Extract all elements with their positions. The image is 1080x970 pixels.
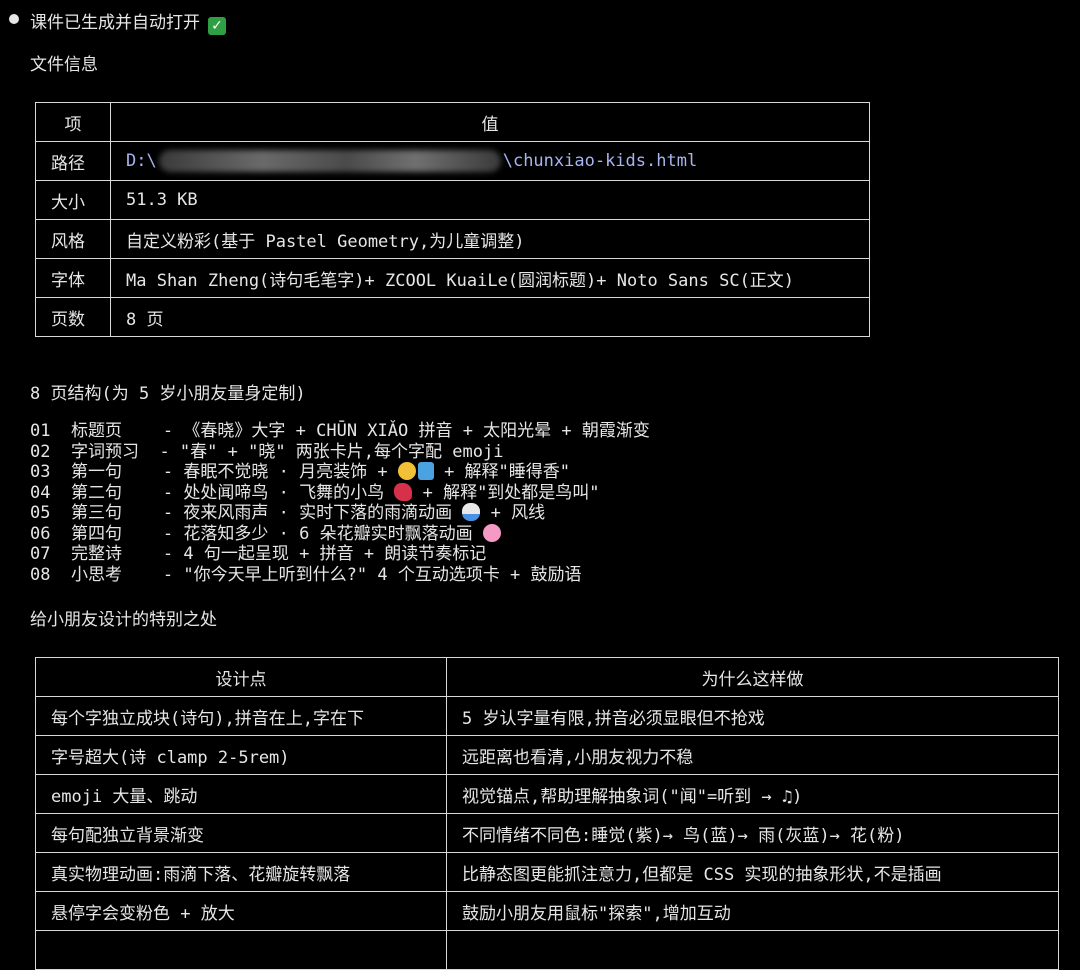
list-item: 05 第三句 - 夜来风雨声 · 实时下落的雨滴动画 + 风线: [30, 503, 546, 523]
table-cell: 真实物理动画:雨滴下落、花瓣旋转飘落: [35, 852, 447, 892]
table-key-cell: 路径: [35, 141, 111, 181]
table-row: 风格 自定义粉彩(基于 Pastel Geometry,为儿童调整): [35, 219, 870, 259]
path-suffix: \chunxiao-kids.html: [502, 151, 698, 171]
table-row: 大小 51.3 KB: [35, 180, 870, 220]
check-icon: ✓: [208, 17, 226, 35]
table-value-cell: 51.3 KB: [110, 180, 870, 220]
table-key-cell: 字体: [35, 258, 111, 298]
table-header-cell: 设计点: [35, 657, 447, 697]
table-key-cell: 大小: [35, 180, 111, 220]
table-row: 每个字独立成块(诗句),拼音在上,字在下 5 岁认字量有限,拼音必须显眼但不抢戏: [35, 696, 1059, 736]
design-table: 设计点 为什么这样做 每个字独立成块(诗句),拼音在上,字在下 5 岁认字量有限…: [35, 657, 1059, 970]
table-cell: 5 岁认字量有限,拼音必须显眼但不抢戏: [446, 696, 1059, 736]
table-header-row: 设计点 为什么这样做: [35, 657, 1059, 697]
table-header-cell: 值: [110, 102, 870, 142]
table-cell: 每句配独立背景渐变: [35, 813, 447, 853]
table-row: 每句配独立背景渐变 不同情绪不同色:睡觉(紫)→ 鸟(蓝)→ 雨(灰蓝)→ 花(…: [35, 813, 1059, 853]
list-item: 01 标题页 - 《春晓》大字 + CHŪN XIǍO 拼音 + 太阳光晕 + …: [30, 421, 650, 441]
table-cell: 鼓励小朋友用鼠标"探索",增加互动: [446, 891, 1059, 931]
table-cell: 远距离也看清,小朋友视力不稳: [446, 735, 1059, 775]
zzz-icon: [417, 462, 434, 480]
table-row-partial: [35, 930, 1059, 970]
table-row: 路径 D:\ \chunxiao-kids.html: [35, 141, 870, 181]
list-item: 06 第四句 - 花落知多少 · 6 朵花瓣实时飘落动画: [30, 523, 650, 545]
table-header-cell: 为什么这样做: [446, 657, 1059, 697]
table-cell: [446, 930, 1059, 970]
redacted-path-blur: [158, 150, 501, 172]
table-header-cell: 项: [35, 102, 111, 142]
table-value-cell: 8 页: [110, 297, 870, 337]
file-info-table: 项 值 路径 D:\ \chunxiao-kids.html 大小 51.3 KB…: [35, 102, 870, 337]
table-cell: 视觉锚点,帮助理解抽象词("闻"=听到 → ♫): [446, 774, 1059, 814]
table-header-row: 项 值: [35, 102, 870, 142]
bullet-icon: [9, 14, 19, 24]
table-key-cell: 页数: [35, 297, 111, 337]
table-row: 页数 8 页: [35, 297, 870, 337]
list-item: 02 字词预习 - "春" + "晓" 两张卡片,每个字配 emoji: [30, 441, 504, 462]
list-item: 07 完整诗 - 4 句一起呈现 + 拼音 + 朗读节奏标记: [30, 544, 487, 564]
table-cell: emoji 大量、跳动: [35, 774, 447, 814]
table-value-cell: 自定义粉彩(基于 Pastel Geometry,为儿童调整): [110, 219, 870, 259]
structure-heading: 8 页结构(为 5 岁小朋友量身定制): [30, 384, 306, 404]
file-info-heading: 文件信息: [30, 55, 98, 75]
table-cell: 悬停字会变粉色 + 放大: [35, 891, 447, 931]
rain-cloud-icon: [462, 503, 481, 521]
path-value[interactable]: D:\ \chunxiao-kids.html: [110, 141, 870, 181]
status-text: 课件已生成并自动打开: [30, 13, 200, 33]
table-row: 字体 Ma Shan Zheng(诗句毛笔字)+ ZCOOL KuaiLe(圆润…: [35, 258, 870, 298]
path-prefix: D:\: [126, 151, 157, 171]
cherry-blossom-icon: [482, 523, 501, 542]
table-row: emoji 大量、跳动 视觉锚点,帮助理解抽象词("闻"=听到 → ♫): [35, 774, 1059, 814]
list-item: 03 第一句 - 春眠不觉晓 · 月亮装饰 + + 解释"睡得香": [30, 462, 571, 482]
table-row: 悬停字会变粉色 + 放大 鼓励小朋友用鼠标"探索",增加互动: [35, 891, 1059, 931]
table-cell: 不同情绪不同色:睡觉(紫)→ 鸟(蓝)→ 雨(灰蓝)→ 花(粉): [446, 813, 1059, 853]
table-cell: 字号超大(诗 clamp 2-5rem): [35, 735, 447, 775]
list-item: 04 第二句 - 处处闻啼鸟 · 飞舞的小鸟 + 解释"到处都是鸟叫": [30, 482, 600, 503]
table-value-cell: Ma Shan Zheng(诗句毛笔字)+ ZCOOL KuaiLe(圆润标题)…: [110, 258, 870, 298]
table-row: 字号超大(诗 clamp 2-5rem) 远距离也看清,小朋友视力不稳: [35, 735, 1059, 775]
status-line: 课件已生成并自动打开 ✓: [30, 8, 226, 35]
bird-icon: [394, 482, 413, 501]
table-cell: 每个字独立成块(诗句),拼音在上,字在下: [35, 696, 447, 736]
table-cell: 比静态图更能抓注意力,但都是 CSS 实现的抽象形状,不是插画: [446, 852, 1059, 892]
sleeping-face-icon: [397, 462, 416, 480]
table-cell: [35, 930, 447, 970]
design-heading: 给小朋友设计的特别之处: [30, 610, 217, 630]
table-key-cell: 风格: [35, 219, 111, 259]
table-row: 真实物理动画:雨滴下落、花瓣旋转飘落 比静态图更能抓注意力,但都是 CSS 实现…: [35, 852, 1059, 892]
structure-list: 01 标题页 - 《春晓》大字 + CHŪN XIǍO 拼音 + 太阳光晕 + …: [30, 421, 650, 585]
list-item: 08 小思考 - "你今天早上听到什么?" 4 个互动选项卡 + 鼓励语: [30, 564, 582, 585]
